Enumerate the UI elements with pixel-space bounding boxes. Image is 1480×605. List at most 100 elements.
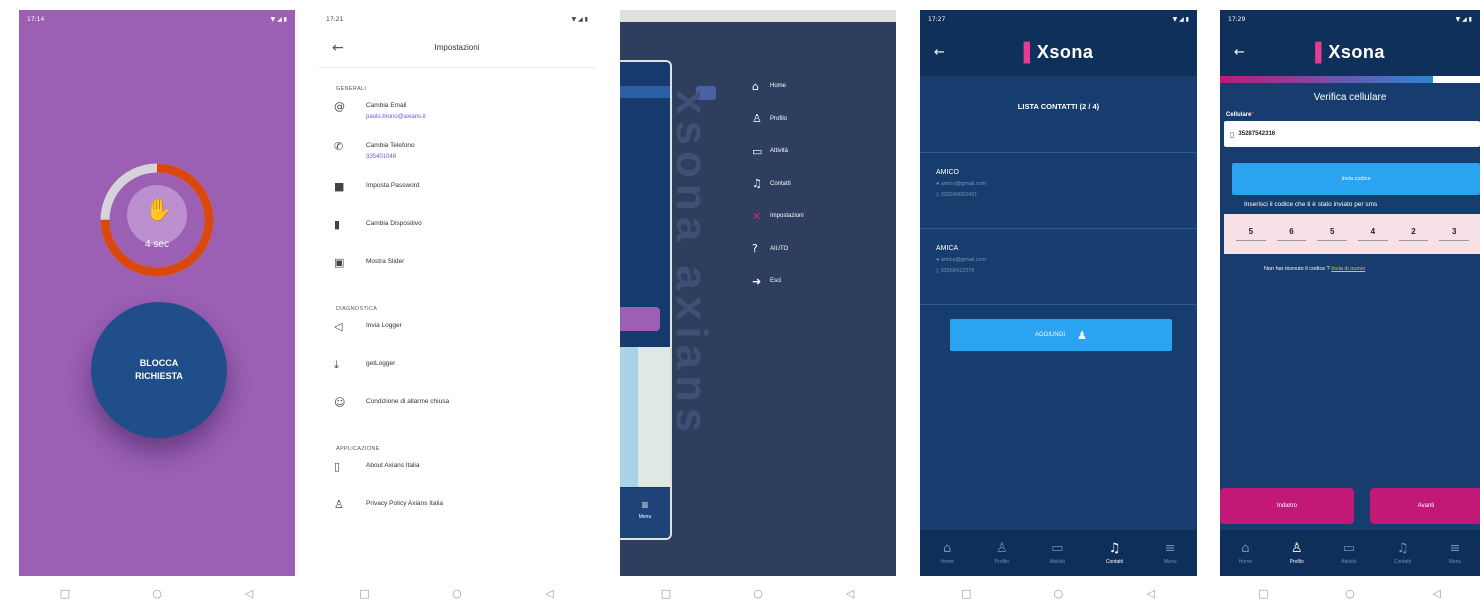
- home-button[interactable]: ○: [1038, 587, 1078, 600]
- settings-item-getlogger[interactable]: ⤓ getLogger: [318, 358, 596, 390]
- status-bar: [620, 10, 896, 22]
- back-arrow-icon[interactable]: ←: [934, 45, 945, 60]
- contact-item[interactable]: AMICA ● amica@gmail.com ▯ 33568412379: [920, 228, 1197, 304]
- contact-phone-text: 33568412379: [940, 268, 975, 274]
- settings-item-privacy[interactable]: ♙ Privacy Policy Axians Italia: [318, 498, 596, 530]
- settings-item-email[interactable]: @ Cambia Email paolo.bruno@axians.it: [318, 100, 596, 132]
- status-time: 17:27: [928, 15, 946, 23]
- add-row: AGGIUNGI ♟: [920, 304, 1197, 351]
- back-arrow-icon[interactable]: ←: [332, 40, 344, 56]
- contacts-title: LISTA CONTATTI (2 / 4): [1017, 102, 1100, 111]
- settings-item-about[interactable]: ▯ About Axians Italia: [318, 460, 596, 492]
- send-icon: ◁: [334, 320, 343, 333]
- home-button[interactable]: ○: [437, 587, 477, 600]
- item-label: Cambia Telefono: [366, 142, 415, 149]
- back-button[interactable]: ◁: [229, 587, 269, 600]
- back-button[interactable]: ◁: [1417, 587, 1457, 600]
- settings-item-phone[interactable]: ✆ Cambia Telefono 335401048: [318, 140, 596, 172]
- block-request-button[interactable]: BLOCCA RICHIESTA: [91, 302, 227, 438]
- tab-attivit[interactable]: ▭ Attività: [1050, 541, 1065, 565]
- code-input[interactable]: 565423: [1224, 214, 1480, 254]
- recent-apps-button[interactable]: □: [344, 587, 384, 600]
- app-logo: ▌Xsona: [1220, 42, 1480, 63]
- settings-item-device[interactable]: ▮ Cambia Dispositivo: [318, 218, 596, 250]
- menu-item-home[interactable]: ⌂ Home: [752, 70, 804, 103]
- logo-mark-icon: ▌: [1023, 41, 1037, 62]
- home-button[interactable]: ○: [1330, 587, 1370, 600]
- logo-mark-icon: ▌: [1315, 41, 1329, 62]
- phone-verify-screen: 17:29 ▼ ◢ ▮ ← ▌Xsona Verifica cellulare C…: [1220, 10, 1480, 576]
- back-arrow-icon[interactable]: ←: [1234, 45, 1245, 60]
- brand-watermark: xsona axians: [667, 90, 716, 439]
- resend-row: Non hai ricevuto il codice ? Invia di nu…: [1264, 266, 1480, 272]
- app-preview-card[interactable]: ≡ Menu: [620, 60, 672, 540]
- item-label: Imposta Password: [366, 182, 420, 189]
- contact-phone-text: 333249663431: [940, 192, 978, 198]
- phone-timer-screen: 17:14 ▼ ◢ ▮ ✋ 4 sec BLOCCA RICHIESTA: [19, 10, 295, 576]
- menu-icon: ≡: [641, 498, 649, 512]
- home-button[interactable]: ○: [137, 587, 177, 600]
- android-nav-1: □ ○ ◁: [19, 583, 295, 603]
- menu-icon: ≡: [1164, 541, 1176, 556]
- settings-item-alarm[interactable]: ☺ Condizione di allarme chiusa: [318, 396, 596, 428]
- menu-item-attivit[interactable]: ▭ Attività: [752, 135, 804, 168]
- preview-purple-block: [620, 307, 660, 331]
- previous-button[interactable]: Indietro: [1220, 488, 1354, 524]
- code-digit[interactable]: 2: [1398, 227, 1429, 241]
- resend-link[interactable]: Invia di nuovo: [1331, 266, 1365, 272]
- recent-apps-button[interactable]: □: [45, 587, 85, 600]
- status-bar: 17:29 ▼ ◢ ▮: [1220, 10, 1480, 28]
- next-button[interactable]: Avanti: [1370, 488, 1480, 524]
- tab-menu[interactable]: ≡ Menu: [1164, 541, 1177, 565]
- tab-menu[interactable]: ≡ Menu: [1449, 541, 1462, 565]
- menu-item-label: Impostazioni: [770, 213, 804, 220]
- menu-item-contatti[interactable]: ♫ Contatti: [752, 168, 804, 201]
- recent-apps-button[interactable]: □: [946, 587, 986, 600]
- contact-item[interactable]: AMICO ● amico@gmail.com ▯ 333249663431: [920, 152, 1197, 228]
- person-doc-icon: ♙: [334, 498, 344, 511]
- menu-item-impostazioni[interactable]: ✕ Impostazioni: [752, 200, 804, 233]
- tab-label: Contatti: [1105, 559, 1124, 565]
- tab-attivit[interactable]: ▭ Attività: [1341, 541, 1356, 565]
- bell-icon: ♫: [1108, 541, 1121, 556]
- back-button[interactable]: ◁: [830, 587, 870, 600]
- recent-apps-button[interactable]: □: [1243, 587, 1283, 600]
- tab-profilo[interactable]: ♙ Profilo: [1290, 541, 1304, 565]
- status-icons: ▼ ◢ ▮: [1455, 15, 1472, 23]
- send-code-button[interactable]: Invia codice: [1232, 163, 1480, 195]
- add-contact-button[interactable]: AGGIUNGI ♟: [950, 319, 1172, 351]
- menu-item-esci[interactable]: ➜ Esci: [752, 265, 804, 298]
- logo-text: Xsona: [1328, 41, 1385, 62]
- bottom-tabbar: ⌂ Home ♙ Profilo ▭ Attività ♫ Contatti ≡ Menu: [1220, 530, 1480, 576]
- contact-list: AMICO ● amico@gmail.com ▯ 333249663431 AMIC…: [920, 152, 1197, 304]
- tab-home[interactable]: ⌂ Home: [1239, 541, 1252, 565]
- folder-icon: ▭: [1342, 541, 1356, 556]
- menu-icon: ≡: [1449, 541, 1461, 556]
- code-digit[interactable]: 6: [1276, 227, 1307, 241]
- code-digit[interactable]: 5: [1236, 227, 1266, 241]
- tab-contatti[interactable]: ♫ Contatti: [1394, 541, 1411, 565]
- menu-item-profilo[interactable]: ♙ Profilo: [752, 103, 804, 136]
- back-button[interactable]: ◁: [530, 587, 570, 600]
- settings-item-password[interactable]: ■ Imposta Password: [318, 180, 596, 212]
- add-user-icon: ♟: [1077, 328, 1087, 342]
- logo-text: Xsona: [1036, 41, 1094, 62]
- menu-item-aiuto[interactable]: ? AIUTO: [752, 233, 804, 266]
- home-icon: ⌂: [752, 79, 759, 93]
- tab-profilo[interactable]: ♙ Profilo: [995, 541, 1009, 565]
- menu-item-label: Home: [770, 83, 787, 90]
- phone-input[interactable]: ▯ 35287542316: [1224, 121, 1480, 147]
- settings-item-logger[interactable]: ◁ Invia Logger: [318, 320, 596, 352]
- menu-item-label: Attività: [770, 148, 789, 155]
- code-digit[interactable]: 4: [1358, 227, 1388, 241]
- code-digit[interactable]: 3: [1439, 227, 1470, 241]
- item-label: Privacy Policy Axians Italia: [366, 500, 443, 507]
- tab-contatti[interactable]: ♫ Contatti: [1106, 541, 1123, 565]
- tab-home[interactable]: ⌂ Home: [940, 541, 953, 565]
- settings-item-slider[interactable]: ▣ Mostra Slider: [318, 256, 596, 288]
- code-digit[interactable]: 5: [1317, 227, 1348, 241]
- home-button[interactable]: ○: [738, 587, 778, 600]
- preview-map-water: [620, 347, 638, 487]
- recent-apps-button[interactable]: □: [646, 587, 686, 600]
- back-button[interactable]: ◁: [1131, 587, 1171, 600]
